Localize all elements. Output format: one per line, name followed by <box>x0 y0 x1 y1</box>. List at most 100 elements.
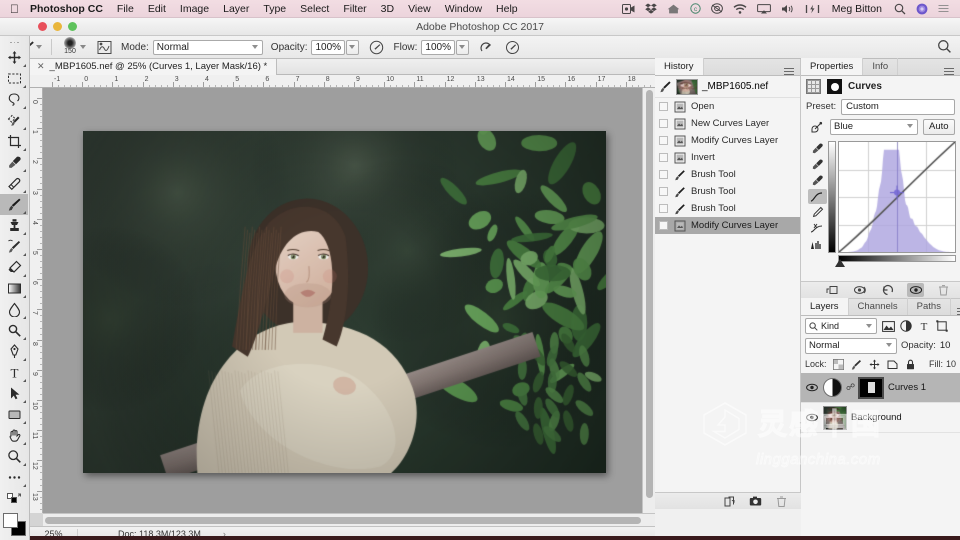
tab-properties[interactable]: Properties <box>801 58 864 75</box>
evernote-icon[interactable] <box>706 3 728 14</box>
menu-edit[interactable]: Edit <box>141 3 173 15</box>
tool-quick-selection[interactable] <box>0 110 28 131</box>
tab-history[interactable]: History <box>655 58 704 75</box>
flow-chevron-down-icon[interactable] <box>456 39 470 55</box>
menu-select[interactable]: Select <box>293 3 336 15</box>
tab-channels[interactable]: Channels <box>849 298 908 315</box>
menu-type[interactable]: Type <box>256 3 293 15</box>
tool-healing-brush[interactable] <box>0 173 28 194</box>
layer-filter-kind-select[interactable]: Kind <box>805 318 877 334</box>
document-tab[interactable]: ✕ _MBP1605.nef @ 25% (Curves 1, Layer Ma… <box>30 58 278 75</box>
menu-layer[interactable]: Layer <box>216 3 256 15</box>
adjustment-layer-thumbnail[interactable] <box>823 378 842 397</box>
siri-icon[interactable] <box>911 3 933 15</box>
menu-app-name[interactable]: Photoshop CC <box>28 3 110 15</box>
tool-marquee[interactable] <box>0 68 28 89</box>
filter-adjustment-icon[interactable] <box>899 319 913 333</box>
history-snapshot-checkbox[interactable] <box>659 102 668 111</box>
history-snapshot-checkbox[interactable] <box>659 119 668 128</box>
tool-shape[interactable] <box>0 404 28 425</box>
channel-select[interactable]: Blue <box>830 118 918 135</box>
menubar-user-name[interactable]: Meg Bitton <box>825 3 889 15</box>
tool-history-brush[interactable] <box>0 236 28 257</box>
default-colors-button[interactable] <box>0 488 28 509</box>
delete-icon[interactable] <box>935 283 952 297</box>
search-icon[interactable] <box>889 3 911 15</box>
black-point-eyedropper-icon[interactable] <box>808 141 827 156</box>
airbrush-button[interactable] <box>473 36 499 59</box>
filter-type-icon[interactable]: T <box>917 319 931 333</box>
lock-transparency-icon[interactable] <box>832 358 845 371</box>
copyright-icon[interactable]: c <box>685 3 706 14</box>
history-item[interactable]: Open <box>655 98 800 115</box>
tool-blur[interactable] <box>0 299 28 320</box>
tab-info[interactable]: Info <box>863 58 899 75</box>
close-icon[interactable]: ✕ <box>37 61 45 72</box>
history-item[interactable]: Brush Tool <box>655 166 800 183</box>
history-item[interactable]: Modify Curves Layer <box>655 132 800 149</box>
tool-hand[interactable] <box>0 425 28 446</box>
vertical-ruler[interactable]: 0 1 2 3 4 5 6 7 8 9 10 11 12 13 <box>30 88 43 513</box>
history-item[interactable]: Modify Curves Layer <box>655 217 800 234</box>
clip-to-layer-icon[interactable] <box>823 283 840 297</box>
panel-menu-icon[interactable] <box>951 308 960 315</box>
history-item[interactable]: Brush Tool <box>655 200 800 217</box>
tool-type[interactable]: T <box>0 362 28 383</box>
tool-clone-stamp[interactable] <box>0 215 28 236</box>
apple-logo-icon[interactable]:  <box>10 3 19 15</box>
app-search-button[interactable] <box>937 39 952 57</box>
layer-row[interactable]: Background <box>801 403 960 433</box>
tool-preset-chevron-down-icon[interactable] <box>36 44 43 51</box>
history-snapshot-checkbox[interactable] <box>659 187 668 196</box>
brush-settings-panel-button[interactable] <box>91 36 117 59</box>
history-snapshot-checkbox[interactable] <box>659 170 668 179</box>
white-point-eyedropper-icon[interactable] <box>808 173 827 188</box>
lock-position-icon[interactable] <box>868 358 881 371</box>
fill-value[interactable]: 10 <box>946 359 956 369</box>
layer-mask-thumbnail[interactable] <box>858 376 884 399</box>
filter-shape-icon[interactable] <box>935 319 949 333</box>
layer-visibility-toggle[interactable] <box>805 413 819 422</box>
scroll-thumb-h[interactable] <box>45 517 641 524</box>
history-brush-source-icon[interactable] <box>659 80 672 93</box>
menu-file[interactable]: File <box>110 3 141 15</box>
history-snapshot-row[interactable]: _MBP1605.nef <box>655 76 800 98</box>
tab-layers[interactable]: Layers <box>801 298 849 315</box>
history-item[interactable]: New Curves Layer <box>655 115 800 132</box>
layer-visibility-toggle[interactable] <box>805 383 819 392</box>
create-snapshot-icon[interactable] <box>749 495 762 508</box>
history-list[interactable]: _MBP1605.nef Open New Curves Layer Modify … <box>655 76 800 509</box>
history-snapshot-checkbox[interactable] <box>659 153 668 162</box>
opacity-chevron-down-icon[interactable] <box>346 39 360 55</box>
layer-row[interactable]: ☍ Curves 1 <box>801 373 960 403</box>
dropbox-icon[interactable] <box>640 3 662 14</box>
flow-input[interactable]: 100% <box>421 39 456 55</box>
opacity-pressure-button[interactable] <box>363 36 389 59</box>
battery-charging-icon[interactable] <box>800 4 825 14</box>
tool-path-selection[interactable] <box>0 383 28 404</box>
brush-chevron-down-icon[interactable] <box>80 44 87 51</box>
history-snapshot-checkbox[interactable] <box>659 204 668 213</box>
curve-point-icon[interactable] <box>807 189 827 204</box>
tool-pen[interactable] <box>0 341 28 362</box>
home-icon[interactable] <box>662 4 685 14</box>
wifi-icon[interactable] <box>728 3 752 14</box>
tool-move[interactable] <box>0 47 28 68</box>
smooth-curve-icon[interactable] <box>808 221 827 236</box>
tool-eyedropper[interactable] <box>0 152 28 173</box>
panel-menu-icon[interactable] <box>778 68 800 75</box>
tool-crop[interactable] <box>0 131 28 152</box>
airplay-icon[interactable] <box>752 3 776 14</box>
volume-icon[interactable] <box>776 4 800 14</box>
canvas-vertical-scrollbar[interactable] <box>642 88 655 513</box>
create-document-from-state-icon[interactable] <box>723 495 736 508</box>
canvas-horizontal-scrollbar[interactable] <box>43 513 655 526</box>
black-point-slider[interactable] <box>835 259 845 267</box>
smoothing-button[interactable] <box>499 36 525 59</box>
brush-size-picker[interactable]: 150 <box>56 36 91 59</box>
blend-mode-select[interactable]: Normal <box>152 39 263 55</box>
view-previous-state-icon[interactable] <box>851 283 868 297</box>
menu-3d[interactable]: 3D <box>374 3 401 15</box>
toggle-visibility-icon[interactable] <box>907 283 924 297</box>
curves-plot[interactable] <box>838 141 956 253</box>
